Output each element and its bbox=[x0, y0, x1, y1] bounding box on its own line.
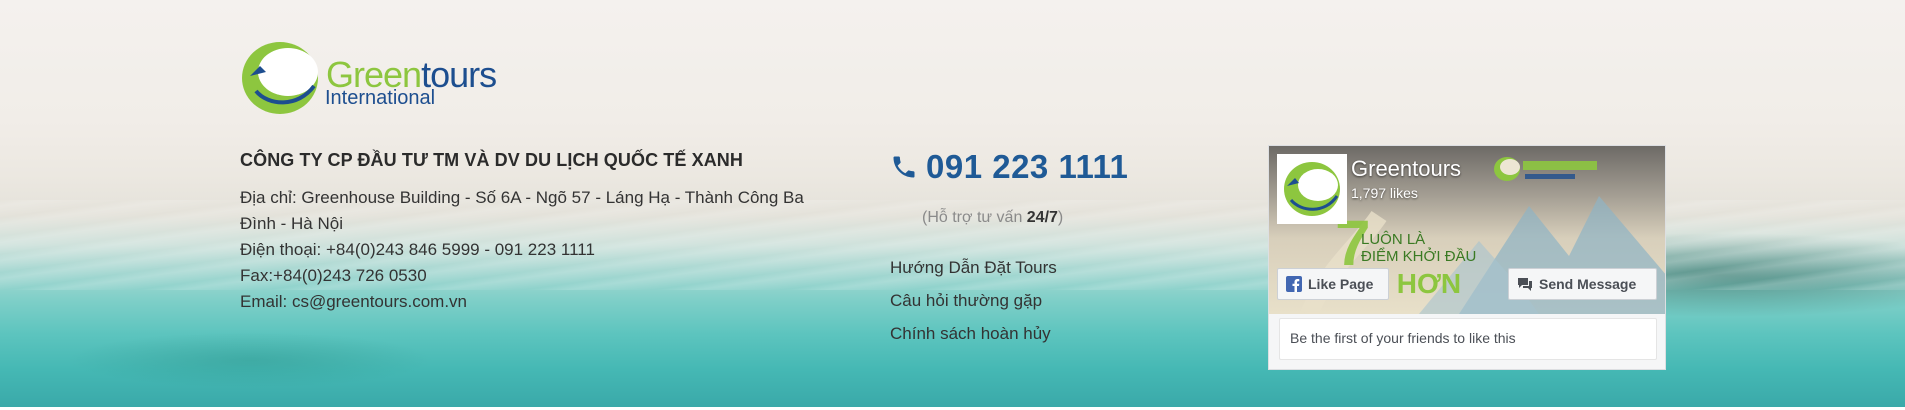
avatar-logo-icon bbox=[1284, 162, 1340, 216]
support-hours-note: (Hỗ trợ tư vấn 24/7) bbox=[922, 209, 1063, 227]
cover-slogan-line2: ĐIỂM KHỞI ĐẦU bbox=[1361, 248, 1477, 265]
greentours-logo[interactable]: Greentours International bbox=[238, 36, 518, 116]
company-name: CÔNG TY CP ĐẦU TƯ TM VÀ DV DU LỊCH QUỐC … bbox=[240, 150, 743, 170]
facebook-page-avatar[interactable] bbox=[1277, 154, 1347, 224]
facebook-f-icon bbox=[1286, 276, 1302, 292]
cover-slogan: LUÔN LÀ ĐIỂM KHỞI ĐẦU bbox=[1361, 231, 1476, 265]
footer-links: Hướng Dẫn Đặt Tours Câu hỏi thường gặp C… bbox=[890, 251, 1057, 350]
facebook-cover-image[interactable]: 7 LUÔN LÀ ĐIỂM KHỞI ĐẦU ẠI HƠN Greentours… bbox=[1269, 146, 1665, 314]
cover-logo-icon bbox=[1494, 157, 1597, 181]
link-booking-guide[interactable]: Hướng Dẫn Đặt Tours bbox=[890, 251, 1057, 284]
hotline[interactable]: 091 223 1111 bbox=[890, 148, 1128, 186]
phone-icon bbox=[893, 156, 915, 178]
send-message-label: Send Message bbox=[1539, 276, 1637, 292]
messenger-icon bbox=[1518, 278, 1532, 291]
hotline-number[interactable]: 091 223 1111 bbox=[926, 148, 1128, 186]
link-faq[interactable]: Câu hỏi thường gặp bbox=[890, 284, 1057, 317]
facebook-page-widget: 7 LUÔN LÀ ĐIỂM KHỞI ĐẦU ẠI HƠN Greentours… bbox=[1268, 145, 1666, 370]
support-hours: 24/7 bbox=[1026, 209, 1058, 226]
company-address-line1: Địa chỉ: Greenhouse Building - Số 6A - N… bbox=[240, 188, 804, 207]
link-cancellation-policy[interactable]: Chính sách hoàn hủy bbox=[890, 317, 1057, 350]
company-phone: Điện thoại: +84(0)243 846 5999 - 091 223… bbox=[240, 240, 595, 259]
company-fax: Fax:+84(0)243 726 0530 bbox=[240, 266, 427, 285]
support-suffix: ) bbox=[1057, 209, 1064, 226]
like-page-button[interactable]: Like Page bbox=[1277, 268, 1389, 300]
company-info: CÔNG TY CP ĐẦU TƯ TM VÀ DV DU LỊCH QUỐC … bbox=[240, 150, 820, 315]
logo-leaf-icon bbox=[242, 42, 318, 114]
facebook-page-name[interactable]: Greentours bbox=[1351, 156, 1461, 182]
company-address-line2: Đình - Hà Nội bbox=[240, 214, 343, 233]
support-prefix: (Hỗ trợ tư vấn bbox=[922, 209, 1027, 226]
facebook-friends-note: Be the first of your friends to like thi… bbox=[1279, 318, 1657, 360]
cover-slogan-line1: LUÔN LÀ bbox=[1361, 231, 1426, 248]
logo-subtitle: International bbox=[325, 87, 436, 109]
facebook-like-count: 1,797 likes bbox=[1351, 185, 1418, 201]
send-message-button[interactable]: Send Message bbox=[1508, 268, 1657, 300]
company-email[interactable]: Email: cs@greentours.com.vn bbox=[240, 289, 820, 315]
like-page-label: Like Page bbox=[1308, 276, 1374, 292]
